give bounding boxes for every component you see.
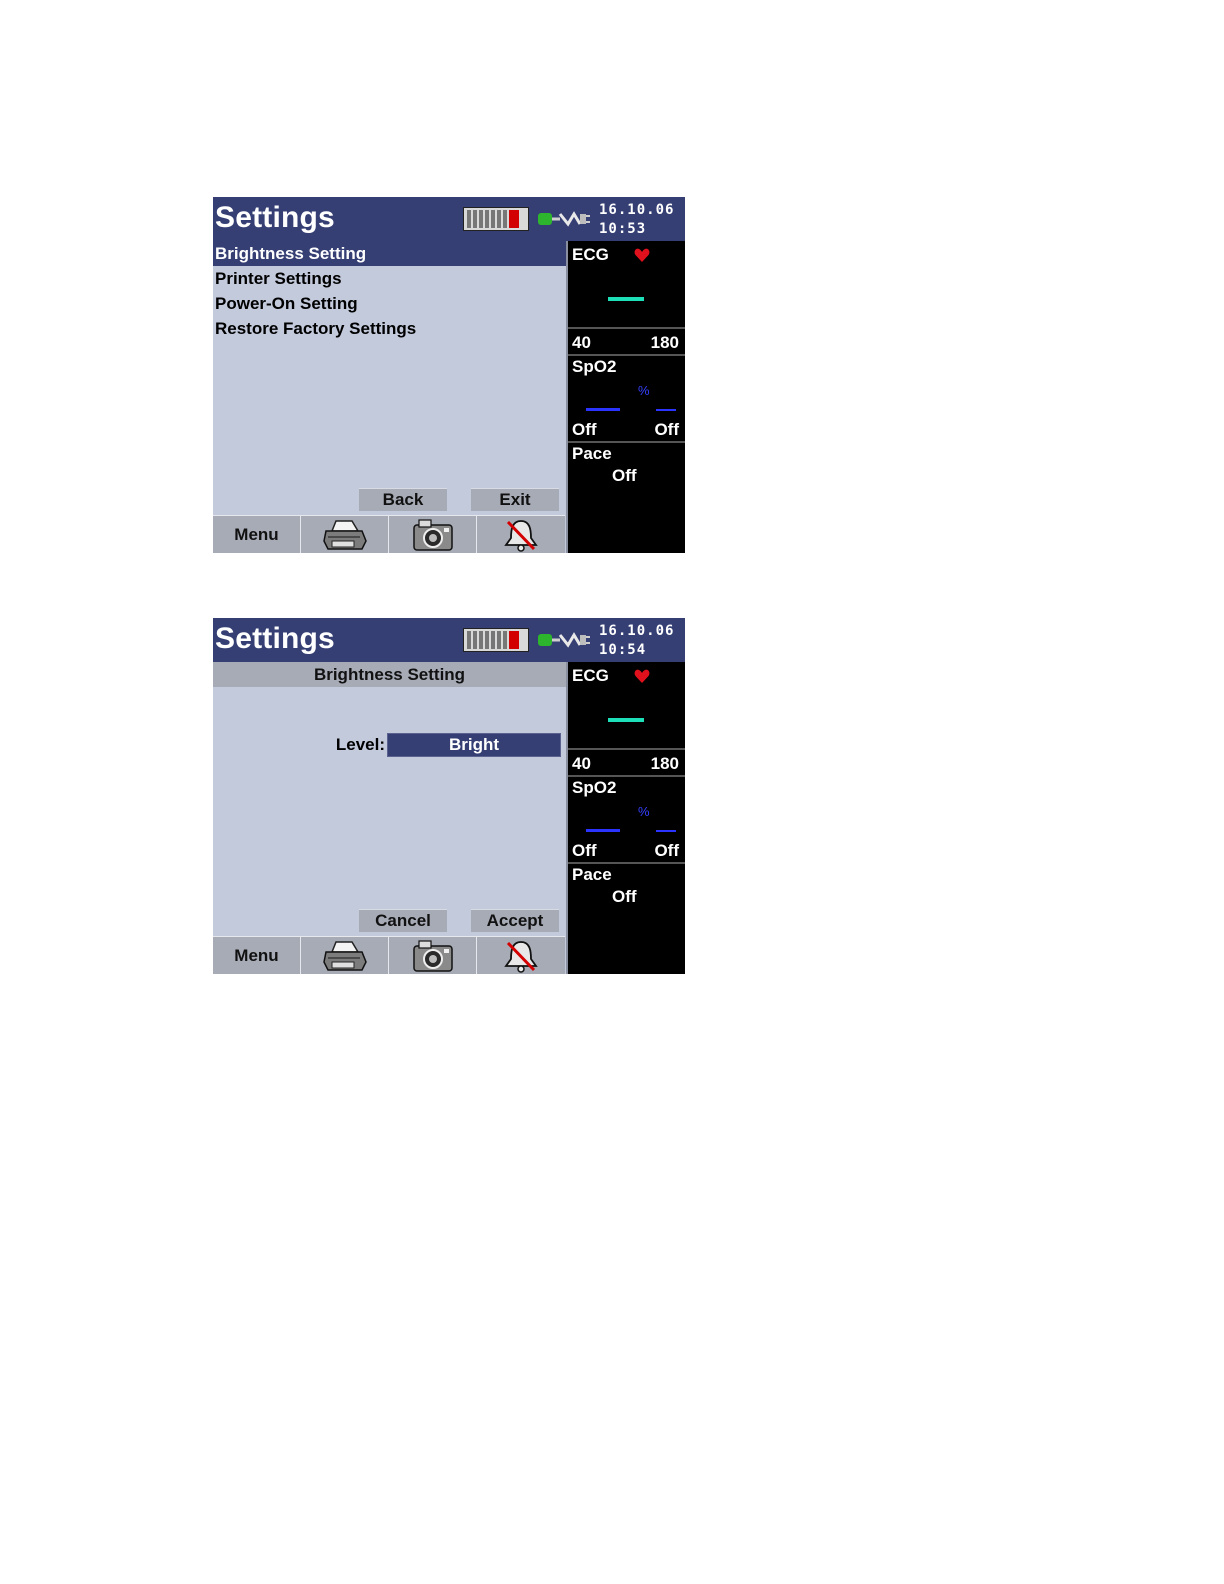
vital-signs-panel: ECG 40 180 SpO2 % Off Off Pace Off — [566, 662, 685, 974]
ecg-high-limit: 180 — [650, 754, 679, 773]
ecg-trace — [608, 297, 644, 301]
ecg-label: ECG — [572, 666, 609, 685]
pace-status: Off — [612, 887, 637, 906]
battery-icon — [463, 207, 529, 231]
divider — [568, 748, 685, 750]
alarm-silence-button[interactable] — [477, 936, 565, 974]
ecg-label: ECG — [572, 245, 609, 264]
pulse-rate-placeholder — [656, 830, 676, 832]
printer-icon — [322, 519, 367, 550]
alarm-silence-button[interactable] — [477, 515, 565, 553]
time-text: 10:54 — [599, 642, 647, 658]
divider — [568, 327, 685, 329]
title-bar: Settings 16.10.06 10:54 — [213, 618, 685, 662]
print-button[interactable] — [301, 936, 389, 974]
divider — [568, 441, 685, 443]
spo2-unit: % — [638, 804, 650, 819]
back-button[interactable]: Back — [359, 488, 447, 511]
spo2-high-limit: Off — [654, 841, 679, 860]
ac-power-plug-icon — [538, 632, 590, 648]
camera-icon — [412, 939, 453, 972]
page-title: Settings — [215, 622, 335, 655]
pace-label: Pace — [572, 865, 612, 884]
accept-button[interactable]: Accept — [471, 909, 559, 932]
menu-item-power-on-setting[interactable]: Power-On Setting — [213, 291, 566, 316]
cancel-button[interactable]: Cancel — [359, 909, 447, 932]
menu-button[interactable]: Menu — [213, 936, 301, 974]
panel-heading: Brightness Setting — [213, 662, 566, 687]
menu-button-label: Menu — [234, 524, 279, 544]
menu-button-label: Menu — [234, 945, 279, 965]
brightness-setting-panel: Brightness Setting Level: Bright Cancel … — [213, 662, 566, 936]
heart-icon — [634, 248, 650, 262]
divider — [568, 354, 685, 356]
settings-menu-screen: Settings 16.10.06 10:53 Brightness Settin… — [213, 197, 685, 553]
level-row: Level: Bright — [213, 733, 566, 757]
brightness-setting-screen: Settings 16.10.06 10:54 Brightness Settin… — [213, 618, 685, 974]
menu-item-restore-factory-settings[interactable]: Restore Factory Settings — [213, 316, 566, 341]
spo2-low-limit: Off — [572, 420, 597, 439]
date-time-display: 16.10.06 10:53 — [599, 201, 674, 239]
ecg-low-limit: 40 — [572, 754, 591, 773]
printer-icon — [322, 940, 367, 971]
pulse-rate-placeholder — [656, 409, 676, 411]
spo2-label: SpO2 — [572, 357, 617, 376]
level-select[interactable]: Bright — [387, 733, 561, 757]
level-label: Level: — [335, 735, 385, 754]
title-bar: Settings 16.10.06 10:53 — [213, 197, 685, 241]
snapshot-button[interactable] — [389, 515, 477, 553]
divider — [568, 775, 685, 777]
vital-signs-panel: ECG 40 180 SpO2 % Off Off Pace Off — [566, 241, 685, 553]
time-text: 10:53 — [599, 221, 647, 237]
camera-icon — [412, 518, 453, 551]
spo2-low-limit: Off — [572, 841, 597, 860]
ecg-high-limit: 180 — [650, 333, 679, 352]
menu-item-brightness-setting[interactable]: Brightness Setting — [213, 241, 566, 266]
heart-icon — [634, 669, 650, 683]
exit-button[interactable]: Exit — [471, 488, 559, 511]
pace-status: Off — [612, 466, 637, 485]
alarm-silenced-icon — [504, 940, 538, 973]
spo2-value-placeholder — [586, 408, 620, 411]
page-title: Settings — [215, 201, 335, 234]
bottom-toolbar: Menu — [213, 515, 566, 553]
date-time-display: 16.10.06 10:54 — [599, 622, 674, 660]
snapshot-button[interactable] — [389, 936, 477, 974]
spo2-unit: % — [638, 383, 650, 398]
date-text: 16.10.06 — [599, 623, 675, 639]
menu-item-printer-settings[interactable]: Printer Settings — [213, 266, 566, 291]
divider — [568, 862, 685, 864]
pace-label: Pace — [572, 444, 612, 463]
ac-power-plug-icon — [538, 211, 590, 227]
spo2-high-limit: Off — [654, 420, 679, 439]
alarm-silenced-icon — [504, 519, 538, 552]
bottom-toolbar: Menu — [213, 936, 566, 974]
battery-icon — [463, 628, 529, 652]
ecg-trace — [608, 718, 644, 722]
spo2-label: SpO2 — [572, 778, 617, 797]
spo2-value-placeholder — [586, 829, 620, 832]
date-text: 16.10.06 — [599, 202, 675, 218]
ecg-low-limit: 40 — [572, 333, 591, 352]
menu-button[interactable]: Menu — [213, 515, 301, 553]
settings-menu: Brightness Setting Printer Settings Powe… — [213, 241, 566, 515]
print-button[interactable] — [301, 515, 389, 553]
